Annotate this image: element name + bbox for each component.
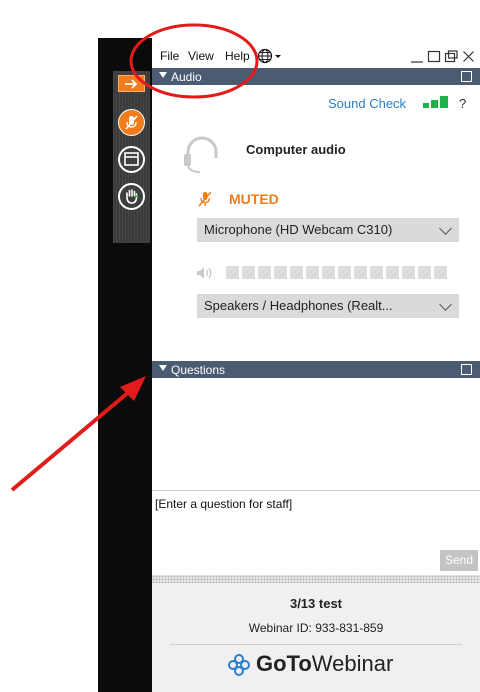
annotation-overlay: [10, 23, 259, 492]
annotation-circle: [129, 23, 259, 99]
annotation-arrow-line: [10, 389, 132, 492]
